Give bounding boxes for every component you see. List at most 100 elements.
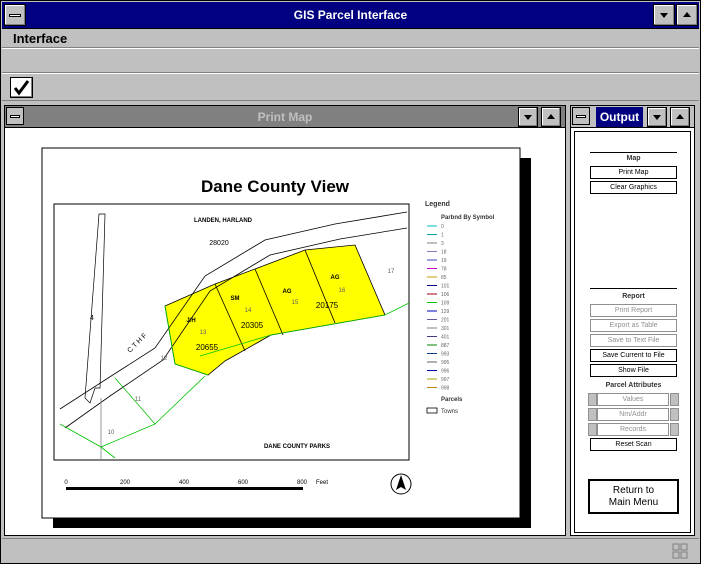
output-maximize-button[interactable]: [670, 107, 690, 127]
legend-entry-label: 101: [441, 284, 450, 290]
minimize-button[interactable]: [653, 4, 675, 26]
legend-subtitle: Parbnd By Symbol: [441, 215, 495, 221]
records-left-knob: [588, 423, 597, 436]
output-title: Output: [596, 107, 643, 127]
nm-addr-right-knob: [670, 408, 679, 421]
legend-entry-label: 18: [441, 250, 447, 256]
map-title: Dane County View: [201, 177, 350, 196]
save-current-button[interactable]: Save Current to File: [590, 349, 677, 362]
legend-entry-label: 401: [441, 335, 450, 341]
label-11: 11: [135, 397, 142, 403]
show-file-button[interactable]: Show File: [590, 364, 677, 377]
label-15: 15: [292, 300, 299, 306]
legend-towns-swatch: [426, 407, 438, 414]
print-map-minimize-icon: [524, 115, 532, 120]
output-window: Output Map Print Map Clear Graphics Repo…: [570, 105, 695, 536]
print-map-maximize-icon: [547, 114, 555, 119]
label-14: 14: [245, 308, 252, 314]
label-sm: SM: [231, 296, 240, 302]
north-arrow-icon: [390, 473, 412, 495]
clear-graphics-button[interactable]: Clear Graphics: [590, 181, 677, 194]
records-button[interactable]: Records: [597, 423, 669, 436]
legend-entry-label: 129: [441, 309, 450, 315]
maximize-button[interactable]: [676, 4, 698, 26]
legend-entry-label: 995: [441, 360, 450, 366]
label-ag-2: AG: [331, 275, 340, 281]
menu-bar: Interface: [2, 29, 699, 48]
values-right-knob: [670, 393, 679, 406]
scale-tick-400: 400: [179, 480, 190, 486]
label-17: 17: [388, 269, 395, 275]
label-landen: LANDEN, HARLAND: [194, 218, 253, 224]
legend-entry-label: 85: [441, 275, 447, 281]
records-right-knob: [670, 423, 679, 436]
reset-scan-button[interactable]: Reset Scan: [590, 438, 677, 451]
title-bar[interactable]: GIS Parcel Interface: [2, 2, 699, 29]
checkmark-icon: [13, 80, 30, 96]
nm-addr-left-knob: [588, 408, 597, 421]
maximize-icon: [683, 12, 691, 17]
report-separator: [590, 288, 677, 289]
print-map-title-bar[interactable]: Print Map: [5, 106, 565, 128]
label-13: 13: [200, 330, 207, 336]
label-16: 16: [339, 288, 346, 294]
label-12: 12: [161, 356, 168, 362]
scale-bar: [66, 487, 303, 490]
values-left-knob: [588, 393, 597, 406]
output-menu-icon: [576, 115, 586, 118]
legend-entry-label: 998: [441, 386, 450, 392]
legend-entry-label: 201: [441, 318, 450, 324]
save-text-file-button[interactable]: Save to Text File: [590, 334, 677, 347]
map-canvas[interactable]: Dane County View C T H F LANDEN, HARLAND…: [5, 128, 565, 535]
legend-entry-label: 301: [441, 326, 450, 332]
export-table-button[interactable]: Export as Table: [590, 319, 677, 332]
output-minimize-button[interactable]: [647, 107, 667, 127]
legend-entry-label: 78: [441, 267, 447, 273]
scale-tick-600: 600: [238, 480, 249, 486]
legend-entry-label: 3: [441, 241, 444, 247]
print-map-maximize-button[interactable]: [541, 107, 561, 127]
legend-entry-label: 1: [441, 233, 444, 239]
return-line-2: Main Menu: [608, 497, 659, 508]
scale-unit: Feet: [316, 480, 328, 486]
checkmark-button[interactable]: [10, 77, 33, 98]
print-map-button[interactable]: Print Map: [590, 166, 677, 179]
legend-entry-label: 997: [441, 377, 450, 383]
label-28020: 28020: [209, 240, 229, 247]
print-map-minimize-button[interactable]: [518, 107, 538, 127]
label-4: 4: [90, 315, 94, 322]
values-button[interactable]: Values: [597, 393, 669, 406]
minimize-icon: [660, 13, 668, 18]
toolbar-band: [2, 48, 699, 73]
report-section-header: Report: [622, 293, 645, 300]
legend-parcels-title: Parcels: [441, 397, 463, 403]
output-title-bar[interactable]: Output: [571, 106, 694, 128]
menu-item-interface[interactable]: Interface: [13, 31, 67, 46]
legend-entry-label: 993: [441, 352, 450, 358]
status-bar: [2, 538, 699, 563]
print-map-window: Print Map Dane County View C T H F LANDE…: [4, 105, 566, 536]
legend-entry-label: 887: [441, 343, 450, 349]
label-jh: J/H: [186, 318, 195, 324]
return-main-menu-button[interactable]: Return to Main Menu: [588, 479, 679, 514]
legend-entry-label: 109: [441, 301, 450, 307]
output-minimize-icon: [653, 115, 661, 120]
main-window: GIS Parcel Interface Interface Print Map: [0, 0, 701, 564]
scale-tick-200: 200: [120, 480, 131, 486]
label-20305: 20305: [241, 321, 264, 330]
print-map-title: Print Map: [257, 110, 313, 124]
label-ag-1: AG: [283, 289, 292, 295]
attributes-section-header: Parcel Attributes: [605, 382, 662, 389]
legend-entry-label: 996: [441, 369, 450, 375]
output-system-menu[interactable]: [572, 107, 590, 125]
label-parks: DANE COUNTY PARKS: [264, 444, 330, 450]
map-separator: [590, 152, 677, 153]
output-panel: Map Print Map Clear Graphics Report Prin…: [574, 131, 691, 533]
label-20655: 20655: [196, 343, 219, 352]
print-report-button[interactable]: Print Report: [590, 304, 677, 317]
output-maximize-icon: [676, 114, 684, 119]
resize-grip-icon[interactable]: [672, 543, 688, 559]
nm-addr-button[interactable]: Nm/Addr: [597, 408, 669, 421]
legend-title: Legend: [425, 201, 450, 208]
legend-towns-label: Towns: [441, 409, 458, 415]
